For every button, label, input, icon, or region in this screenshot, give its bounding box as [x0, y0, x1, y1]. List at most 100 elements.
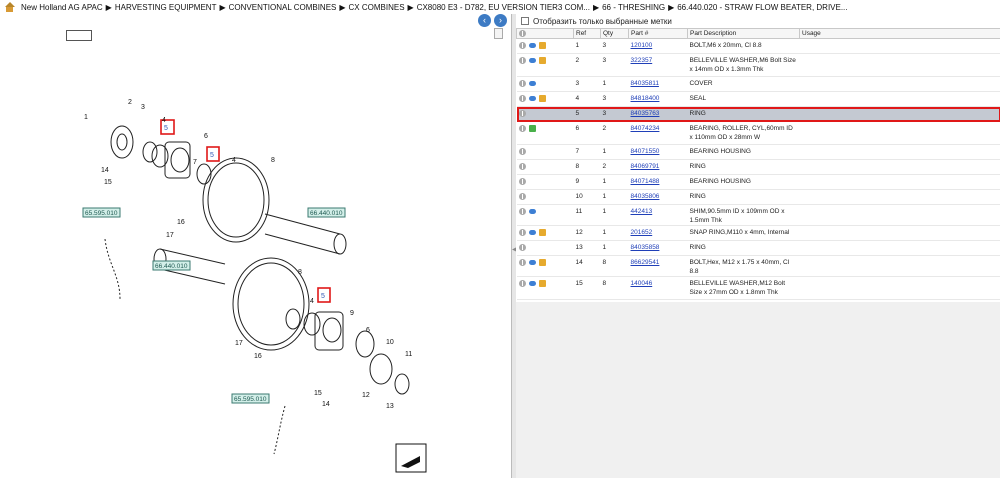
eye-icon[interactable] [528, 229, 536, 235]
table-row[interactable]: 15 8 140046 BELLEVILLE WASHER,M12 Bolt Size… [516, 276, 1000, 300]
part-number-text[interactable]: 84071550 [631, 148, 660, 155]
plus-icon[interactable] [518, 56, 526, 64]
plus-icon[interactable] [518, 94, 526, 102]
eye-icon[interactable] [528, 259, 536, 265]
box-icon[interactable] [538, 94, 546, 102]
table-row[interactable]: 12 1 201652 SNAP RING,M110 x 4mm, Internal [516, 225, 1000, 241]
part-number-text[interactable]: 84069791 [631, 163, 660, 170]
part-number-link[interactable]: 84035806 [628, 189, 688, 205]
reference-callout[interactable]: 66.440.010 [152, 260, 191, 271]
table-row[interactable]: 3 1 84035811 COVER [516, 76, 1000, 92]
part-number-link[interactable]: 84069791 [628, 159, 688, 175]
ref-cell: 4 [573, 91, 601, 107]
part-number-link[interactable]: 84074234 [628, 121, 688, 145]
eye-icon[interactable] [528, 80, 536, 86]
box-icon[interactable] [538, 41, 546, 49]
part-number-link[interactable]: 86629541 [628, 255, 688, 277]
part-number-link[interactable]: 322357 [628, 53, 688, 77]
part-number-link[interactable]: 140046 [628, 276, 688, 300]
plus-icon[interactable] [518, 279, 526, 287]
export-icon[interactable] [395, 443, 427, 473]
part-number-text[interactable]: 120100 [631, 42, 653, 49]
breadcrumb-item[interactable]: CX8080 E3 - D782, EU VERSION TIER3 COM..… [417, 3, 590, 12]
arrow-icon[interactable] [528, 124, 536, 132]
part-number-link[interactable]: 84071550 [628, 144, 688, 160]
part-number-link[interactable]: 442413 [628, 204, 688, 226]
usage-cell [799, 174, 1000, 190]
col-ref[interactable]: Ref [573, 28, 601, 39]
table-row[interactable]: 10 1 84035806 RING [516, 189, 1000, 205]
part-number-link[interactable]: 84035811 [628, 76, 688, 92]
eye-icon[interactable] [528, 280, 536, 286]
side-toggle[interactable] [0, 14, 10, 26]
reference-callout[interactable]: 65.595.010 [82, 207, 121, 218]
breadcrumb-item[interactable]: New Holland AG APAC [21, 3, 103, 12]
table-row[interactable]: 1 3 120100 BOLT,M6 x 20mm, Cl 8.8 [516, 38, 1000, 54]
part-number-link[interactable]: 84818400 [628, 91, 688, 107]
part-number-text[interactable]: 86629541 [631, 259, 660, 266]
table-row[interactable]: 7 1 84071550 BEARING HOUSING [516, 144, 1000, 160]
box-icon[interactable] [538, 228, 546, 236]
table-row[interactable]: 13 1 84035858 RING [516, 240, 1000, 256]
plus-icon[interactable] [518, 243, 526, 251]
table-row[interactable]: 6 2 84074234 BEARING, ROLLER, CYL,60mm ID x… [516, 121, 1000, 145]
part-number-text[interactable]: 84035806 [631, 193, 660, 200]
part-number-link[interactable]: 84071488 [628, 174, 688, 190]
table-row[interactable]: 4 3 84818400 SEAL [516, 91, 1000, 107]
box-icon[interactable] [538, 258, 546, 266]
home-icon[interactable] [4, 2, 15, 12]
plus-icon[interactable] [518, 147, 526, 155]
table-row[interactable]: 5 3 84035763 RING [516, 106, 1000, 122]
part-number-text[interactable]: 84071488 [631, 178, 660, 185]
col-desc[interactable]: Part Description [687, 28, 800, 39]
breadcrumb-item[interactable]: HARVESTING EQUIPMENT [115, 3, 217, 12]
plus-icon[interactable] [518, 228, 526, 236]
plus-icon[interactable] [518, 258, 526, 266]
plus-icon[interactable] [518, 162, 526, 170]
part-number-text[interactable]: 442413 [631, 208, 653, 215]
part-number-text[interactable]: 84035858 [631, 244, 660, 251]
eye-icon[interactable] [528, 42, 536, 48]
breadcrumb-item[interactable]: 66.440.020 - STRAW FLOW BEATER, DRIVE... [677, 3, 847, 12]
eye-icon[interactable] [528, 208, 536, 214]
plus-icon[interactable] [518, 41, 526, 49]
eye-icon[interactable] [528, 57, 536, 63]
diagram-viewer[interactable]: ‹ › 5 5 5 1 2 3 4 6 7 4 8 14 15 16 17 8 4 9 6 10 11 12 13 15… [10, 14, 512, 478]
col-qty[interactable]: Qty [600, 28, 629, 39]
table-row[interactable]: 11 1 442413 SHIM,90.5mm ID x 109mm OD x 1.5… [516, 204, 1000, 226]
breadcrumb-item[interactable]: CONVENTIONAL COMBINES [229, 3, 337, 12]
part-number-link[interactable]: 84035858 [628, 240, 688, 256]
part-number-text[interactable]: 322357 [631, 57, 653, 64]
part-number-link[interactable]: 120100 [628, 38, 688, 54]
box-icon[interactable] [538, 279, 546, 287]
plus-icon[interactable] [518, 177, 526, 185]
part-number-text[interactable]: 84074234 [631, 125, 660, 132]
plus-icon[interactable] [518, 207, 526, 215]
plus-icon[interactable] [518, 79, 526, 87]
eye-icon[interactable] [528, 95, 536, 101]
table-row[interactable]: 14 8 86629541 BOLT,Hex, M12 x 1.75 x 40mm, … [516, 255, 1000, 277]
plus-icon[interactable] [518, 124, 526, 132]
col-usage[interactable]: Usage [799, 28, 1000, 39]
plus-icon[interactable] [518, 109, 526, 117]
breadcrumb-item[interactable]: CX COMBINES [349, 3, 405, 12]
expand-all-icon[interactable] [519, 29, 526, 37]
part-number-text[interactable]: 84818400 [631, 95, 660, 102]
usage-cell [799, 121, 1000, 145]
box-icon[interactable] [538, 56, 546, 64]
table-row[interactable]: 2 3 322357 BELLEVILLE WASHER,M6 Bolt Size x… [516, 53, 1000, 77]
plus-icon[interactable] [518, 192, 526, 200]
breadcrumb-item[interactable]: 66 - THRESHING [602, 3, 665, 12]
selected-only-checkbox[interactable] [521, 17, 529, 25]
part-number-link[interactable]: 201652 [628, 225, 688, 241]
part-number-text[interactable]: 201652 [631, 229, 653, 236]
part-number-text[interactable]: 84035811 [631, 80, 659, 87]
reference-callout[interactable]: 65.595.010 [231, 393, 270, 404]
part-number-link[interactable]: 84035763 [628, 106, 688, 122]
table-row[interactable]: 8 2 84069791 RING [516, 159, 1000, 175]
part-number-text[interactable]: 84035763 [631, 110, 660, 117]
part-number-text[interactable]: 140046 [631, 280, 653, 287]
table-row[interactable]: 9 1 84071488 BEARING HOUSING [516, 174, 1000, 190]
col-part[interactable]: Part # [628, 28, 688, 39]
reference-callout[interactable]: 66.440.010 [307, 207, 346, 218]
